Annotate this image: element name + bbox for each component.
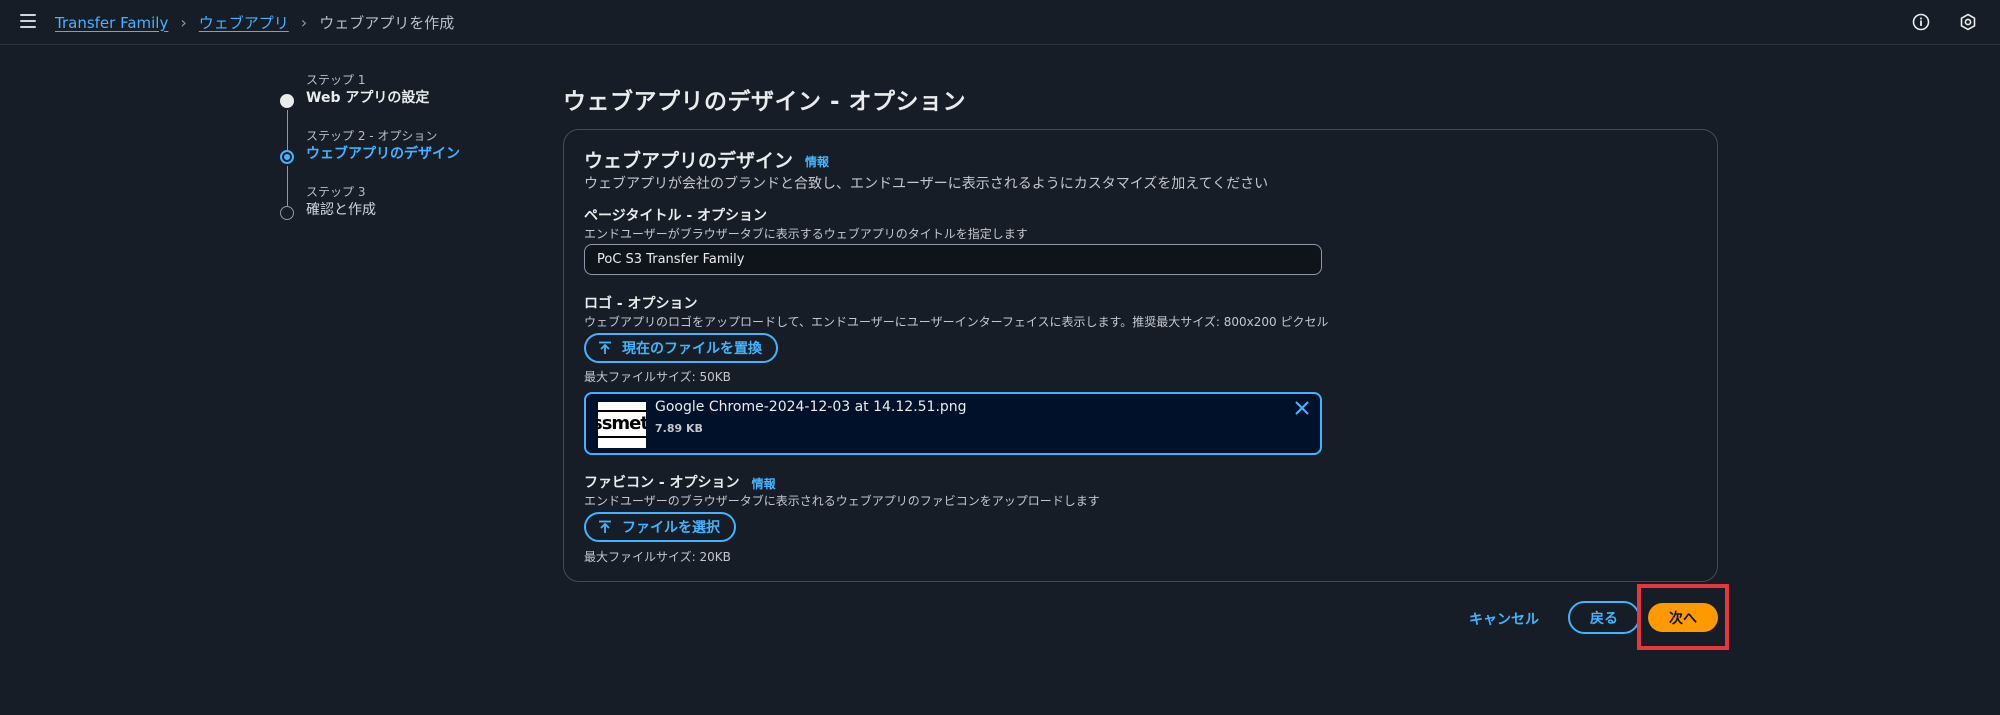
hamburger-icon[interactable] [20, 14, 36, 28]
step-2: ステップ 2 - オプション ウェブアプリのデザイン [280, 128, 510, 206]
page-title-description: エンドユーザーがブラウザータブに表示するウェブアプリのタイトルを指定します [584, 227, 1028, 241]
web-app-design-container: ウェブアプリのデザイン 情報 ウェブアプリが会社のブランドと合致し、エンドユーザー… [563, 129, 1718, 582]
choose-file-button[interactable]: ファイルを選択 [584, 512, 736, 542]
step-label: ウェブアプリのデザイン [306, 146, 460, 162]
step-done-indicator [280, 94, 294, 108]
file-thumbnail: ssmeti [598, 402, 646, 448]
step-active-indicator [280, 150, 294, 164]
logo-description: ウェブアプリのロゴをアップロードして、エンドユーザーにユーザーインターフェイスに… [584, 315, 1329, 329]
info-icon[interactable] [1912, 13, 1930, 31]
favicon-description: エンドユーザーのブラウザータブに表示されるウェブアプリのファビコンをアップロード… [584, 494, 1100, 508]
replace-file-label: 現在のファイルを置換 [622, 341, 762, 357]
replace-file-button[interactable]: 現在のファイルを置換 [584, 333, 778, 363]
chevron-right-icon: › [300, 13, 308, 32]
container-description: ウェブアプリが会社のブランドと合致し、エンドユーザーに表示されるようにカスタマイ… [584, 176, 1269, 192]
step-number: ステップ 1 [306, 73, 366, 87]
highlight-box [1637, 584, 1729, 650]
back-button[interactable]: 戻る [1568, 601, 1640, 634]
breadcrumb-link-web-apps[interactable]: ウェブアプリ [199, 12, 289, 33]
breadcrumb-current: ウェブアプリを作成 [319, 14, 455, 32]
container-header: ウェブアプリのデザイン 情報 [584, 146, 829, 173]
step-label: 確認と作成 [306, 202, 376, 218]
upload-icon [599, 341, 611, 354]
chevron-right-icon: › [180, 13, 187, 32]
upload-icon [599, 520, 611, 533]
settings-icon[interactable] [1959, 13, 1977, 31]
logo-label: ロゴ - オプション [584, 296, 698, 312]
step-number: ステップ 2 - オプション [306, 129, 438, 143]
favicon-info-link[interactable]: 情報 [752, 477, 776, 491]
file-name: Google Chrome-2024-12-03 at 14.12.51.png [655, 399, 967, 415]
step-label: Web アプリの設定 [306, 90, 430, 106]
close-icon[interactable] [1292, 398, 1312, 418]
wizard-steps: ステップ 1 Web アプリの設定 ステップ 2 - オプション ウェブアプリの… [280, 72, 510, 240]
page-title-input[interactable] [584, 244, 1322, 275]
file-size: 7.89 KB [655, 422, 703, 435]
uploaded-file-token: ssmeti Google Chrome-2024-12-03 at 14.12… [584, 392, 1322, 455]
page-title: ウェブアプリのデザイン - オプション [563, 89, 967, 115]
favicon-label: ファビコン - オプション 情報 [584, 472, 776, 492]
step-1[interactable]: ステップ 1 Web アプリの設定 [280, 72, 510, 150]
breadcrumb-link-transfer-family[interactable]: Transfer Family [55, 14, 168, 32]
step-pending-indicator [280, 206, 294, 220]
step-3: ステップ 3 確認と作成 [280, 184, 510, 240]
favicon-size-constraint: 最大ファイルサイズ: 20KB [584, 550, 731, 564]
top-navigation-bar: Transfer Family › ウェブアプリ › ウェブアプリを作成 [0, 0, 2000, 45]
info-link[interactable]: 情報 [805, 155, 829, 169]
cancel-button[interactable]: キャンセル [1469, 609, 1539, 629]
step-number: ステップ 3 [306, 185, 366, 199]
breadcrumb: Transfer Family › ウェブアプリ › ウェブアプリを作成 [55, 12, 454, 33]
choose-file-label: ファイルを選択 [622, 520, 720, 536]
logo-size-constraint: 最大ファイルサイズ: 50KB [584, 370, 731, 384]
container-title: ウェブアプリのデザイン [584, 150, 794, 172]
page-title-label: ページタイトル - オプション [584, 208, 767, 224]
favicon-label-text: ファビコン - オプション [584, 475, 740, 491]
